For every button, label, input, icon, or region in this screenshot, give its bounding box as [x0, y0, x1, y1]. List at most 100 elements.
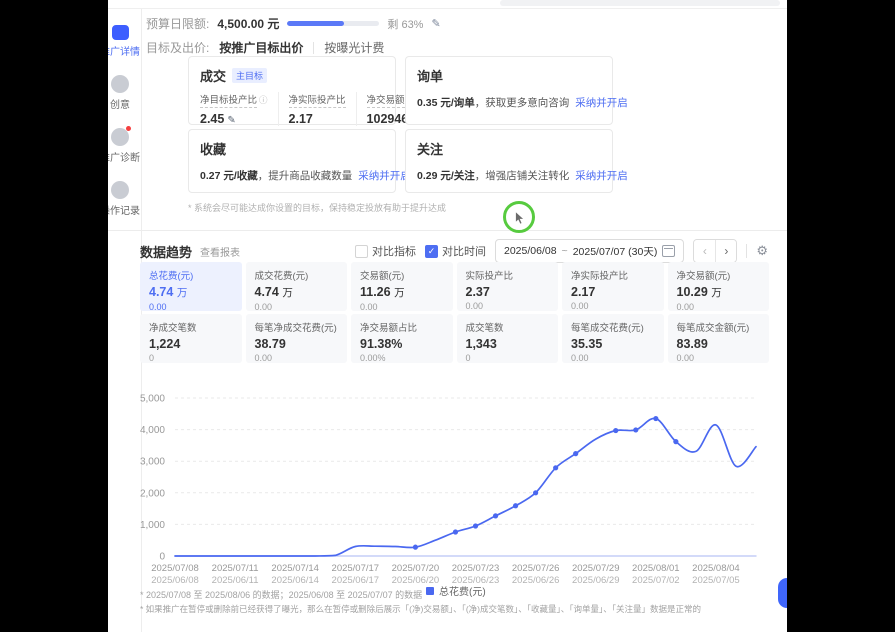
svg-text:2025/07/23: 2025/07/23	[452, 563, 500, 574]
notification-dot	[126, 126, 131, 131]
sidebar-item-1[interactable]: 创意	[108, 75, 142, 111]
adopt-enable-link[interactable]: 采纳并开启	[358, 170, 411, 182]
sidebar-item-label: 创意	[110, 96, 130, 111]
goal-metric-label: 净实际投产比	[289, 95, 346, 108]
click-indicator	[503, 201, 535, 233]
tab-bid-by-goal[interactable]: 按推广目标出价	[219, 39, 303, 56]
svg-text:5,000: 5,000	[140, 394, 165, 405]
metric-compare-value: 0.00%	[360, 353, 444, 363]
metric-card-6[interactable]: 净成交笔数 1,224 0	[140, 314, 242, 363]
chart-footnote-1: * 2025/07/08 至 2025/08/06 的数据；2025/06/08…	[140, 588, 765, 601]
metric-value: 1,224	[149, 337, 233, 351]
metric-label: 净实际投产比	[571, 271, 628, 282]
adopt-enable-link[interactable]: 采纳并开启	[575, 170, 628, 182]
sidebar-item-label: 推广详情	[108, 43, 140, 58]
settings-gear-icon[interactable]: ⚙	[756, 243, 768, 259]
metric-label: 每笔成交花费(元)	[571, 323, 644, 334]
goal-card-title: 询单	[417, 66, 443, 85]
goal-metric: 净目标投产比ⓘ 2.45✎	[200, 92, 278, 126]
edit-target-roi-icon[interactable]: ✎	[227, 115, 235, 126]
goal-desc: ，提升商品收藏数量	[258, 170, 353, 182]
metric-label: 每笔净成交花费(元)	[255, 323, 337, 334]
sidebar-item-0[interactable]: 推广详情	[108, 25, 142, 58]
metric-label: 成交花费(元)	[255, 271, 309, 282]
metric-label: 总花费(元)	[149, 271, 193, 282]
svg-text:2025/06/17: 2025/06/17	[332, 575, 380, 585]
svg-text:2025/08/01: 2025/08/01	[632, 563, 680, 574]
goal-card-title: 关注	[417, 139, 443, 158]
metric-card-4[interactable]: 净实际投产比2.170.00	[562, 262, 664, 311]
svg-text:2025/07/14: 2025/07/14	[271, 563, 319, 574]
metric-label: 净成交笔数	[149, 323, 197, 334]
metric-card-3[interactable]: 实际投产比2.370.00	[457, 262, 559, 311]
budget-label: 预算日限额:	[146, 15, 209, 32]
svg-text:1,000: 1,000	[140, 520, 165, 531]
metric-card-9[interactable]: 成交笔数1,3430	[457, 314, 559, 363]
next-period-button[interactable]: ›	[715, 240, 736, 262]
sidebar-item-3[interactable]: 操作记录	[108, 181, 142, 217]
primary-goal-badge: 主目标	[232, 68, 267, 83]
budget-progress-bar	[287, 21, 379, 26]
metric-value: 11.26 万	[360, 285, 444, 300]
metric-value: 4.74 万	[149, 285, 233, 300]
compare-time-option[interactable]: ✓ 对比时间	[425, 243, 486, 259]
trends-title: 数据趋势	[140, 242, 192, 261]
goal-card-deal: 成交 主目标 净目标投产比ⓘ 2.45✎ 净实际投产比 2.17 净交易额(元)…	[188, 56, 396, 125]
metric-card-7[interactable]: 每笔净成交花费(元) 38.79 0.00	[246, 314, 348, 363]
metric-card-5[interactable]: 净交易额(元)10.29 万0.00	[668, 262, 770, 311]
svg-text:0: 0	[159, 552, 165, 563]
metric-card-0[interactable]: 总花费(元) 4.74 万 0.00	[140, 262, 242, 311]
floating-side-tab[interactable]	[778, 578, 787, 608]
metric-compare-value: 0	[149, 353, 233, 363]
metric-value: 91.38%	[360, 337, 444, 351]
compare-time-checkbox[interactable]: ✓	[425, 245, 438, 258]
edit-budget-icon[interactable]: ✎	[431, 17, 440, 30]
metric-compare-value: 0.00	[677, 302, 761, 312]
metric-value: 83.89	[677, 337, 761, 351]
date-end: 2025/07/07 (30天)	[573, 244, 658, 259]
compare-time-label: 对比时间	[442, 243, 486, 259]
svg-text:2025/06/29: 2025/06/29	[572, 575, 620, 585]
metric-card-8[interactable]: 净交易额占比91.38%0.00%	[351, 314, 453, 363]
metric-cards-grid: 总花费(元)4.74 万0.00成交花费(元)4.74 万0.00交易额(元)1…	[140, 262, 769, 363]
svg-text:2025/07/20: 2025/07/20	[392, 563, 440, 574]
sidebar-item-2[interactable]: 推广诊断	[108, 128, 142, 164]
metric-compare-value: 0.00	[255, 353, 339, 363]
goal-card-follow: 关注 0.29 元/关注，增强店铺关注转化采纳并开启	[405, 129, 613, 193]
prev-period-button[interactable]: ‹	[694, 240, 715, 262]
metric-card-2[interactable]: 交易额(元)11.26 万0.00	[351, 262, 453, 311]
horizontal-scrollbar[interactable]	[500, 0, 780, 6]
date-start: 2025/06/08	[504, 245, 557, 257]
goal-cards-grid: 成交 主目标 净目标投产比ⓘ 2.45✎ 净实际投产比 2.17 净交易额(元)…	[188, 56, 612, 193]
calendar-icon	[662, 245, 675, 257]
metric-compare-value: 0.00	[677, 353, 761, 363]
adopt-enable-link[interactable]: 采纳并开启	[575, 97, 628, 109]
view-report-link[interactable]: 查看报表	[200, 244, 240, 259]
metric-value: 38.79	[255, 337, 339, 351]
svg-text:2025/07/17: 2025/07/17	[332, 563, 380, 574]
metric-card-10[interactable]: 每笔成交花费(元)35.350.00	[562, 314, 664, 363]
svg-text:2,000: 2,000	[140, 488, 165, 499]
goal-price: 0.35 元/询单	[417, 97, 475, 109]
goal-metric-value: 2.17	[289, 112, 313, 126]
metric-value: 2.37	[466, 285, 550, 299]
metric-card-11[interactable]: 每笔成交金额(元) 83.89 0.00	[668, 314, 770, 363]
chart-footnote-2: * 如果推广在暂停或删除前已经获得了曝光，那么在暂停或删除后展示「(净)交易额」…	[140, 603, 765, 615]
info-icon: ⓘ	[259, 95, 268, 105]
top-divider	[108, 8, 787, 9]
metric-compare-value: 0.00	[360, 302, 444, 312]
date-range-picker[interactable]: 2025/06/08 ~ 2025/07/07 (30天)	[495, 239, 684, 263]
section-divider	[108, 230, 787, 231]
metric-compare-value: 0.00	[149, 302, 233, 312]
budget-row: 预算日限额: 4,500.00 元 剩 63% ✎	[146, 15, 441, 32]
svg-text:2025/07/02: 2025/07/02	[632, 575, 680, 585]
metric-card-1[interactable]: 成交花费(元)4.74 万0.00	[246, 262, 348, 311]
goal-desc: ，增强店铺关注转化	[475, 170, 570, 182]
compare-metric-checkbox[interactable]	[355, 245, 368, 258]
budget-remaining: 剩 63%	[387, 16, 423, 32]
metric-label: 实际投产比	[466, 271, 514, 282]
camera-icon	[111, 128, 129, 146]
metric-label: 每笔成交金额(元)	[677, 323, 750, 334]
tab-bid-by-impression[interactable]: 按曝光计费	[324, 39, 384, 56]
compare-metric-option[interactable]: 对比指标	[355, 243, 416, 259]
